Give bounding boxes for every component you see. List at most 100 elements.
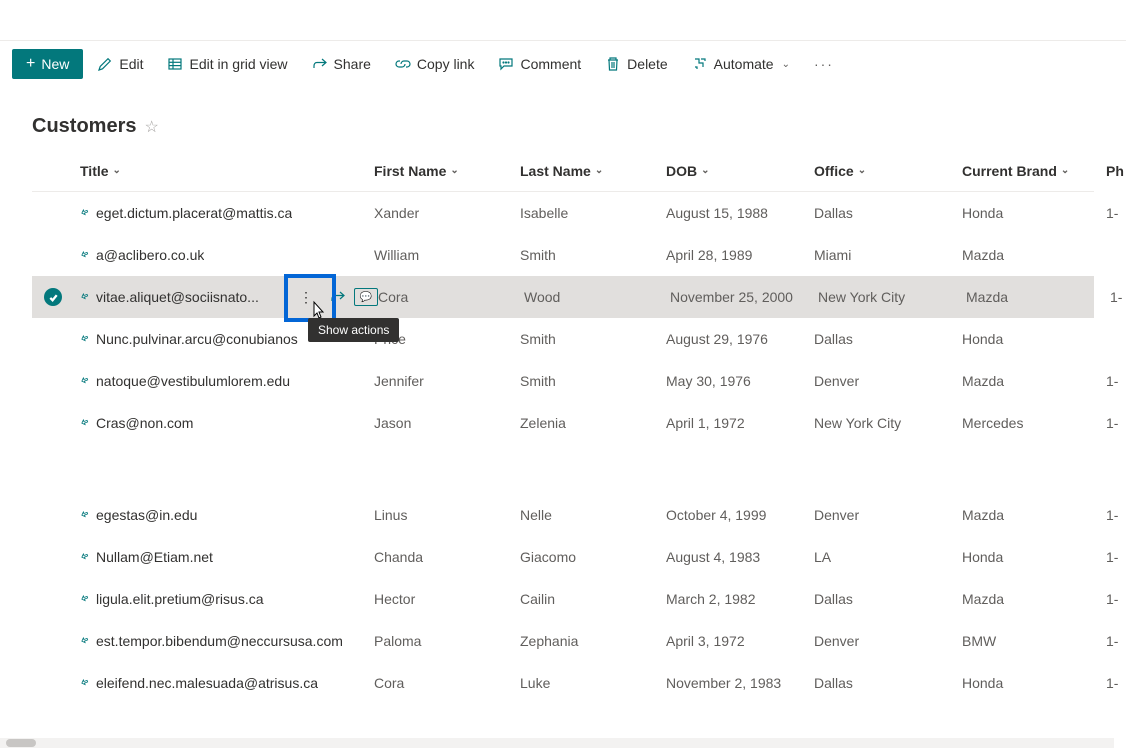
column-header-dob[interactable]: DOB⌄ — [666, 163, 814, 179]
dob-cell: November 2, 1983 — [666, 675, 814, 691]
brand-cell: Honda — [962, 549, 1106, 565]
office-cell: New York City — [818, 289, 966, 305]
title-cell[interactable]: eleifend.nec.malesuada@atrisus.ca — [80, 675, 374, 691]
table-row[interactable]: eleifend.nec.malesuada@atrisus.caCoraLuk… — [32, 662, 1094, 704]
column-header-firstname[interactable]: First Name⌄ — [374, 163, 520, 179]
brand-cell: Mazda — [966, 289, 1110, 305]
dob-cell: November 25, 2000 — [670, 289, 818, 305]
phone-cell: 1- — [1106, 549, 1126, 565]
title-cell[interactable]: ligula.elit.pretium@risus.ca — [80, 591, 374, 607]
edit-button[interactable]: Edit — [87, 50, 153, 78]
lastname-cell: Smith — [520, 247, 666, 263]
lastname-cell: Zephania — [520, 633, 666, 649]
chevron-down-icon: ⌄ — [1061, 165, 1069, 176]
office-cell: Dallas — [814, 675, 962, 691]
lastname-cell: Giacomo — [520, 549, 666, 565]
delete-button[interactable]: Delete — [595, 50, 677, 78]
copy-link-button[interactable]: Copy link — [385, 50, 485, 78]
scrollbar-thumb[interactable] — [6, 739, 36, 747]
dob-cell: October 4, 1999 — [666, 507, 814, 523]
brand-cell: Mazda — [962, 373, 1106, 389]
table-row[interactable]: ligula.elit.pretium@risus.caHectorCailin… — [32, 578, 1094, 620]
chevron-down-icon: ⌄ — [595, 165, 603, 176]
table-row[interactable]: Nunc.pulvinar.arcu@conubianosPriceSmithA… — [32, 318, 1094, 360]
table-row[interactable]: natoque@vestibulumlorem.eduJenniferSmith… — [32, 360, 1094, 402]
row-selected-check-icon[interactable] — [44, 288, 62, 306]
share-icon — [312, 56, 328, 72]
row-comment-icon[interactable]: 💬 — [354, 288, 378, 306]
office-cell: Miami — [814, 247, 962, 263]
row-share-icon[interactable] — [328, 287, 348, 307]
lastname-cell: Wood — [524, 289, 670, 305]
title-cell[interactable]: egestas@in.edu — [80, 507, 374, 523]
office-cell: Denver — [814, 633, 962, 649]
brand-cell: BMW — [962, 633, 1106, 649]
title-cell[interactable]: eget.dictum.placerat@mattis.ca — [80, 205, 374, 221]
title-cell[interactable]: est.tempor.bibendum@neccursusa.com — [80, 633, 374, 649]
list-item-icon — [80, 291, 92, 303]
title-cell[interactable]: a@aclibero.co.uk — [80, 247, 374, 263]
phone-cell: 1- — [1106, 675, 1126, 691]
lastname-cell: Cailin — [520, 591, 666, 607]
firstname-cell: William — [374, 247, 520, 263]
lastname-cell: Zelenia — [520, 415, 666, 431]
list-item-icon — [80, 677, 92, 689]
table-row[interactable]: a@aclibero.co.ukWilliamSmithApril 28, 19… — [32, 234, 1094, 276]
list-title: Customers — [32, 115, 136, 138]
horizontal-scrollbar[interactable] — [0, 738, 1114, 748]
edit-grid-button[interactable]: Edit in grid view — [157, 50, 297, 78]
trash-icon — [605, 56, 621, 72]
list-item-icon — [80, 375, 92, 387]
title-cell[interactable]: Nullam@Etiam.net — [80, 549, 374, 565]
column-header-phone[interactable]: Ph — [1106, 163, 1126, 179]
dob-cell: August 4, 1983 — [666, 549, 814, 565]
link-icon — [395, 56, 411, 72]
column-header-title[interactable]: Title⌄ — [80, 163, 374, 179]
new-label: New — [41, 56, 69, 72]
table-row[interactable]: egestas@in.eduLinusNelleOctober 4, 1999D… — [32, 494, 1094, 536]
office-cell: New York City — [814, 415, 962, 431]
comment-button[interactable]: Comment — [488, 50, 591, 78]
favorite-star-icon[interactable]: ☆ — [144, 117, 158, 137]
title-cell[interactable]: Cras@non.com — [80, 415, 374, 431]
more-actions-button[interactable]: ⋮Show actions — [290, 278, 322, 316]
firstname-cell: Hector — [374, 591, 520, 607]
phone-cell: 1- — [1106, 633, 1126, 649]
brand-cell: Mazda — [962, 507, 1106, 523]
automate-label: Automate — [714, 56, 774, 72]
list-item-icon — [80, 333, 92, 345]
phone-cell: 1- — [1110, 289, 1126, 305]
column-header-office[interactable]: Office⌄ — [814, 163, 962, 179]
vertical-dots-icon: ⋮ — [299, 289, 313, 306]
title-cell[interactable]: natoque@vestibulumlorem.edu — [80, 373, 374, 389]
share-button[interactable]: Share — [302, 50, 381, 78]
dob-cell: March 2, 1982 — [666, 591, 814, 607]
firstname-cell: Linus — [374, 507, 520, 523]
plus-icon: + — [26, 55, 35, 73]
table-row[interactable]: vitae.aliquet@sociisnato...⋮Show actions… — [32, 276, 1094, 318]
table-row[interactable]: Cras@non.comJasonZeleniaApril 1, 1972New… — [32, 402, 1094, 444]
column-header-lastname[interactable]: Last Name⌄ — [520, 163, 666, 179]
dob-cell: April 28, 1989 — [666, 247, 814, 263]
more-commands-button[interactable]: ··· — [804, 50, 844, 78]
brand-cell: Mercedes — [962, 415, 1106, 431]
column-header-brand[interactable]: Current Brand⌄ — [962, 163, 1106, 179]
lastname-cell: Nelle — [520, 507, 666, 523]
table-row[interactable]: est.tempor.bibendum@neccursusa.comPaloma… — [32, 620, 1094, 662]
phone-cell: 1- — [1106, 591, 1126, 607]
automate-button[interactable]: Automate ⌄ — [682, 50, 800, 78]
office-cell: Dallas — [814, 331, 962, 347]
lastname-cell: Smith — [520, 373, 666, 389]
table-row[interactable]: Nullam@Etiam.netChandaGiacomoAugust 4, 1… — [32, 536, 1094, 578]
new-button[interactable]: + New — [12, 49, 83, 79]
chevron-down-icon: ⌄ — [782, 59, 790, 70]
firstname-cell: Xander — [374, 205, 520, 221]
pencil-icon — [97, 56, 113, 72]
command-bar: + New Edit Edit in grid view Share Copy … — [0, 40, 1126, 87]
tooltip: Show actions — [308, 318, 399, 342]
share-label: Share — [334, 56, 371, 72]
table-row[interactable]: eget.dictum.placerat@mattis.caXanderIsab… — [32, 192, 1094, 234]
firstname-cell: Chanda — [374, 549, 520, 565]
flow-icon — [692, 56, 708, 72]
office-cell: Denver — [814, 373, 962, 389]
